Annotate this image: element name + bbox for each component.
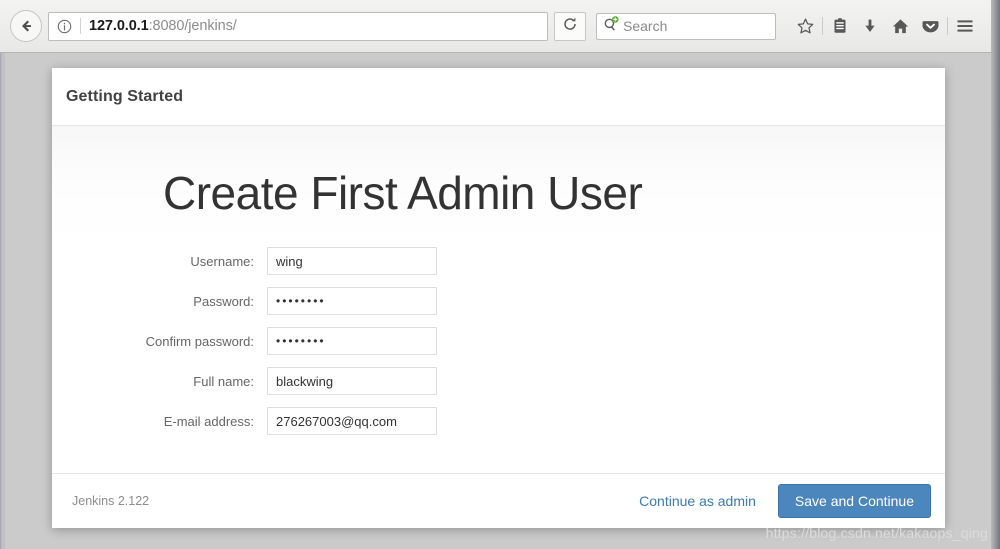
url-bar[interactable]: 127.0.0.1:8080/jenkins/ xyxy=(48,11,548,41)
continue-as-admin-link[interactable]: Continue as admin xyxy=(639,493,756,509)
library-icon[interactable] xyxy=(825,11,855,41)
fullname-input[interactable] xyxy=(267,367,437,396)
toolbar-divider xyxy=(947,17,948,35)
url-text: 127.0.0.1:8080/jenkins/ xyxy=(89,18,237,34)
card-body: Create First Admin User Username: Passwo… xyxy=(52,126,945,473)
setup-wizard-card: Getting Started Create First Admin User … xyxy=(52,68,945,528)
search-input[interactable]: Search xyxy=(623,18,667,34)
watermark-text: https://blog.csdn.net/kakaops_qing xyxy=(765,525,988,541)
browser-toolbar: 127.0.0.1:8080/jenkins/ Search xyxy=(0,0,1000,53)
email-label: E-mail address: xyxy=(163,413,254,429)
card-header: Getting Started xyxy=(52,68,945,126)
bookmark-star-icon[interactable] xyxy=(790,11,820,41)
form-row-username: Username: xyxy=(52,247,945,276)
reload-icon xyxy=(562,16,578,37)
window-right-edge xyxy=(991,0,1000,549)
downloads-icon[interactable] xyxy=(855,11,885,41)
back-button[interactable] xyxy=(10,10,42,42)
email-input[interactable] xyxy=(267,407,437,436)
card-footer: Jenkins 2.122 Continue as admin Save and… xyxy=(52,473,945,528)
username-input[interactable] xyxy=(267,247,437,276)
background-window-sliver xyxy=(0,53,5,549)
url-path: :8080/jenkins/ xyxy=(148,18,237,34)
form-row-confirm-password: Confirm password: xyxy=(52,327,945,356)
page-title: Getting Started xyxy=(66,87,184,105)
form-row-email: E-mail address: xyxy=(52,407,945,436)
home-icon[interactable] xyxy=(885,11,915,41)
back-arrow-icon xyxy=(17,17,35,35)
footer-actions: Continue as admin Save and Continue xyxy=(639,484,931,518)
browser-action-icons xyxy=(790,11,980,41)
password-label: Password: xyxy=(193,293,254,309)
page-info-icon[interactable] xyxy=(57,19,72,34)
form-row-fullname: Full name: xyxy=(52,367,945,396)
search-add-engine-icon xyxy=(603,15,620,37)
form-row-password: Password: xyxy=(52,287,945,316)
save-and-continue-button[interactable]: Save and Continue xyxy=(777,484,931,518)
reload-button[interactable] xyxy=(554,11,586,41)
fullname-label: Full name: xyxy=(193,373,254,389)
url-host: 127.0.0.1 xyxy=(89,18,149,34)
toolbar-divider xyxy=(822,17,823,35)
pocket-icon[interactable] xyxy=(915,11,945,41)
jenkins-version: Jenkins 2.122 xyxy=(72,494,150,508)
url-separator xyxy=(80,18,81,34)
search-bar[interactable]: Search xyxy=(596,12,776,40)
menu-hamburger-icon[interactable] xyxy=(950,11,980,41)
password-input[interactable] xyxy=(267,287,437,316)
main-heading: Create First Admin User xyxy=(163,167,643,219)
confirm-password-label: Confirm password: xyxy=(145,333,254,349)
confirm-password-input[interactable] xyxy=(267,327,437,356)
username-label: Username: xyxy=(190,253,254,269)
admin-user-form: Username: Password: Confirm password: Fu… xyxy=(52,247,945,436)
